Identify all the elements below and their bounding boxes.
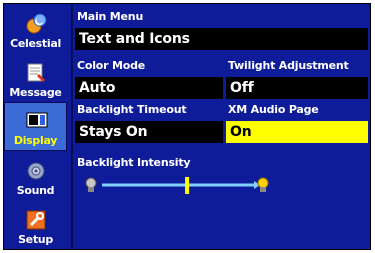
sidebar-item-label: Sound [16, 184, 55, 197]
backlight-timeout-field[interactable]: Stays On [75, 121, 223, 143]
sidebar-item-label: Message [9, 86, 62, 99]
main-menu-label: Main Menu [77, 10, 144, 23]
message-icon [25, 62, 47, 84]
sound-icon [25, 160, 47, 182]
twilight-adjustment-label: Twilight Adjustment [228, 59, 349, 72]
sidebar-item-message[interactable]: Message [4, 53, 67, 102]
color-mode-label: Color Mode [77, 59, 146, 72]
xm-audio-page-value: On [230, 124, 252, 140]
backlight-timeout-value: Stays On [79, 124, 148, 140]
sidebar-item-label: Setup [18, 233, 53, 246]
sidebar: Celestial Message Display Sound Setup [4, 4, 67, 249]
xm-audio-page-label: XM Audio Page [228, 103, 319, 116]
bulb-bright-icon [257, 177, 269, 192]
sidebar-item-label: Display [13, 134, 58, 147]
setup-icon [25, 209, 47, 231]
display-icon [25, 110, 47, 132]
main-menu-field[interactable]: Text and Icons [75, 28, 368, 50]
display-settings-screen: Celestial Message Display Sound Setup Ma… [3, 3, 371, 250]
slider-thumb[interactable] [185, 177, 190, 194]
bulb-dim-icon [85, 177, 97, 192]
sidebar-item-setup[interactable]: Setup [4, 200, 67, 249]
color-mode-field[interactable]: Auto [75, 77, 223, 99]
backlight-timeout-label: Backlight Timeout [77, 103, 187, 116]
xm-audio-page-field[interactable]: On [226, 121, 368, 143]
sidebar-item-celestial[interactable]: Celestial [4, 4, 67, 53]
twilight-adjustment-field[interactable]: Off [226, 77, 368, 99]
sidebar-item-sound[interactable]: Sound [4, 151, 67, 200]
backlight-intensity-label: Backlight Intensity [77, 156, 191, 169]
sidebar-divider [71, 4, 73, 249]
sidebar-item-display[interactable]: Display [4, 102, 67, 151]
backlight-intensity-slider[interactable] [82, 174, 272, 196]
celestial-icon [25, 13, 47, 35]
twilight-adjustment-value: Off [230, 80, 254, 96]
color-mode-value: Auto [79, 80, 116, 96]
sidebar-item-label: Celestial [10, 37, 61, 50]
main-menu-value: Text and Icons [79, 31, 190, 47]
